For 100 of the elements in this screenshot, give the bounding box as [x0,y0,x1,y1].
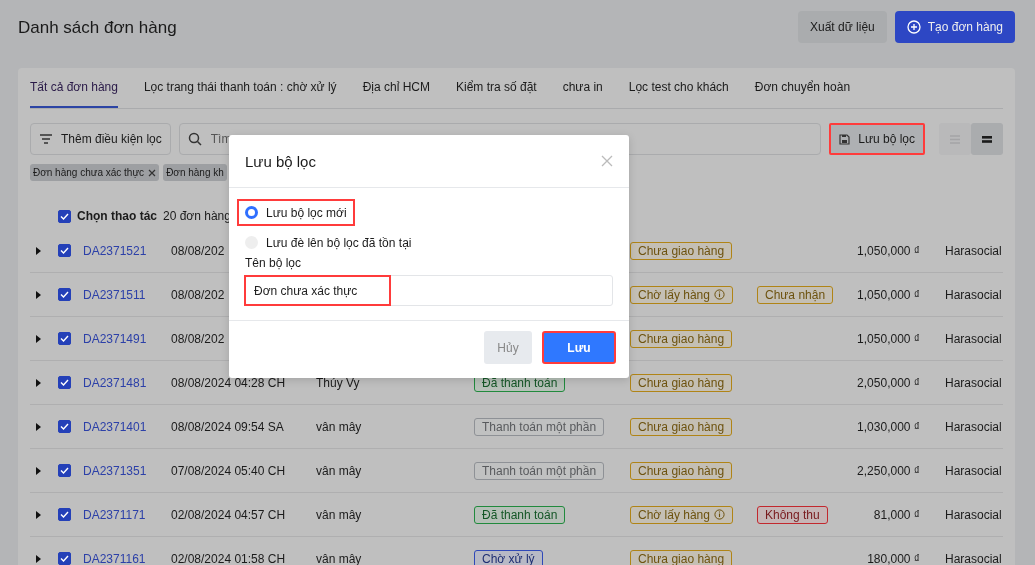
filter-tab[interactable]: Đơn chuyển hoàn [754,68,851,108]
order-amount: 2,050,000 ₫ [857,375,920,390]
order-amount: 180,000 ₫ [867,551,920,565]
checkbox[interactable] [58,508,71,521]
tag-label: Chưa giao hàng [638,463,725,478]
expand-icon[interactable] [36,290,41,299]
tag-label: Chờ lấy hàng [638,507,710,522]
option-label: Lưu bộ lọc mới [266,205,347,220]
order-link[interactable]: DA2371491 [83,331,147,346]
radio-button[interactable] [245,206,258,219]
filter-tab[interactable]: chưa in [562,68,603,108]
customer-name: vân mây [316,551,362,565]
dialog-title: Lưu bộ lọc [245,152,316,170]
chip-label: Đơn hàng kh [166,167,224,178]
checkbox[interactable] [58,552,71,565]
chip-label: Đơn hàng chưa xác thực [33,167,145,178]
order-link[interactable]: DA2371161 [83,551,146,565]
order-link[interactable]: DA2371401 [83,419,147,434]
add-filter-button[interactable]: Thêm điều kiện lọc [30,123,171,155]
filter-name-field[interactable]: Đơn chưa xác thực [245,275,613,306]
radio-option[interactable]: Lưu bộ lọc mới [237,199,355,226]
expand-icon[interactable] [36,510,41,519]
customer-name: Thúy Vy [316,375,360,390]
payment-status-tag: Thanh toán một phần [474,417,605,436]
order-date: 08/08/2024 04:28 CH [171,375,286,390]
expand-icon[interactable] [36,466,41,475]
radio-option[interactable]: Lưu đè lên bộ lọc đã tồn tại [237,229,420,256]
filter-tab[interactable]: Lọc trang thái thanh toán : chờ xử lý [143,68,337,108]
close-icon[interactable] [148,168,157,177]
checkbox[interactable] [58,209,71,223]
order-date: 08/08/202 [171,287,225,302]
expand-icon[interactable] [36,422,41,431]
order-amount: 81,000 ₫ [873,507,920,522]
order-date: 08/08/202 [171,331,225,346]
checkbox[interactable] [58,288,71,301]
plus-circle-icon [906,20,921,34]
order-amount: 1,050,000 ₫ [857,331,920,346]
order-amount: 1,050,000 ₫ [857,243,920,258]
expand-icon[interactable] [36,378,41,387]
customer-name: vân mây [316,463,362,478]
checkbox[interactable] [58,244,71,257]
page-title: Danh sách đơn hàng [18,18,177,38]
save-button[interactable]: Lưu [542,331,616,364]
order-amount: 1,030,000 ₫ [857,419,920,434]
sales-channel: Harasocial [945,463,1002,478]
order-link[interactable]: DA2371171 [83,507,146,522]
order-amount: 1,050,000 ₫ [857,287,920,302]
info-icon [713,289,725,300]
save-filter-button[interactable]: Lưu bộ lọc [829,123,925,155]
order-date: 08/08/202 [171,243,225,258]
payment-status-tag: Thanh toán một phần [474,461,605,480]
info-icon [713,509,725,520]
checkbox[interactable] [58,464,71,477]
sales-channel: Harasocial [945,551,1002,565]
filter-tab[interactable]: Kiểm tra số đặt [455,68,537,108]
sales-channel: Harasocial [945,507,1002,522]
sales-channel: Harasocial [945,243,1002,258]
expand-icon[interactable] [36,246,41,255]
filter-tab[interactable]: Tất cả đơn hàng [30,68,118,108]
order-link[interactable]: DA2371481 [83,375,147,390]
option-label: Lưu đè lên bộ lọc đã tồn tại [266,235,412,250]
sales-channel: Harasocial [945,287,1002,302]
order-link[interactable]: DA2371511 [83,287,146,302]
order-link[interactable]: DA2371521 [83,243,147,258]
sales-channel: Harasocial [945,419,1002,434]
sales-channel: Harasocial [945,375,1002,390]
tag-label: Chưa giao hàng [638,375,725,390]
tag-label: Chưa giao hàng [638,331,725,346]
filter-icon [39,133,53,145]
order-date: 02/08/2024 04:57 CH [171,507,286,522]
customer-name: vân mây [316,507,362,522]
payment-status-tag: Chờ xử lý [474,549,543,565]
cod-status-tag: Không thu [757,505,828,524]
bulk-action-label[interactable]: Chọn thao tác [77,209,157,223]
tag-label: Chưa giao hàng [638,243,725,258]
search-icon [187,132,202,146]
tag-label: Chưa giao hàng [638,551,725,565]
create-order-button[interactable]: Tạo đơn hàng [894,11,1015,43]
tag-label: Chưa giao hàng [638,419,725,434]
checkbox[interactable] [58,376,71,389]
payment-status-tag: Đã thanh toán [474,505,566,524]
compact-view-button[interactable] [971,123,1003,155]
order-amount: 2,250,000 ₫ [857,463,920,478]
order-date: 08/08/2024 09:54 SA [171,419,284,434]
compact-list-icon [982,135,992,143]
field-label: Tên bộ lọc [245,256,303,270]
cod-status-tag: Chưa nhận [757,285,834,304]
expand-icon[interactable] [36,554,41,563]
order-date: 02/08/2024 01:58 CH [171,551,286,565]
checkbox[interactable] [58,332,71,345]
expand-icon[interactable] [36,334,41,343]
order-date: 07/08/2024 05:40 CH [171,463,286,478]
filter-tab[interactable]: Địa chỉ HCM [362,68,430,108]
filter-tab[interactable]: Lọc test cho khách [628,68,729,108]
tag-label: Chờ lấy hàng [638,287,710,302]
checkbox[interactable] [58,420,71,433]
sales-channel: Harasocial [945,331,1002,346]
order-link[interactable]: DA2371351 [83,463,147,478]
customer-name: vân mây [316,419,362,434]
export-button[interactable]: Xuất dữ liệu [798,11,887,43]
